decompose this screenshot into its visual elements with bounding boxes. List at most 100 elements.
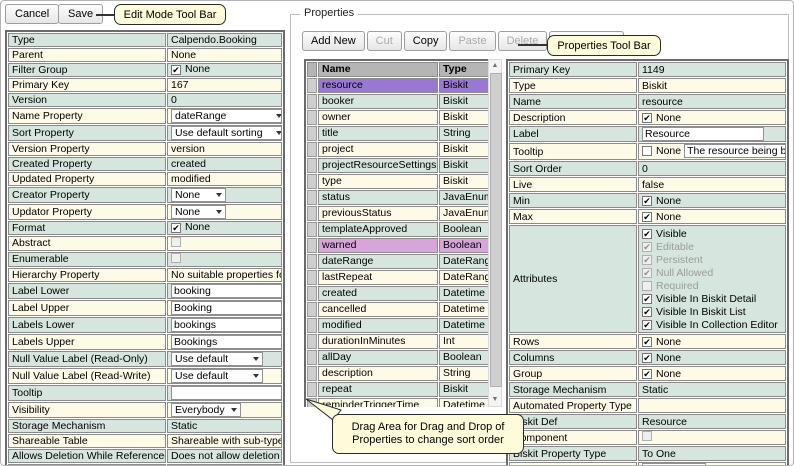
visible-in-biskit-list-checkbox[interactable]: ✔ (642, 307, 652, 317)
property-type-cell[interactable]: String (439, 366, 492, 381)
drag-handle[interactable] (307, 318, 317, 333)
property-list-row-cancelled[interactable]: cancelledDatetime (307, 302, 492, 317)
description-checkbox[interactable]: ✔ (642, 113, 652, 123)
property-name-cell[interactable]: durationInMinutes (318, 334, 438, 349)
property-name-cell[interactable]: cancelled (318, 302, 438, 317)
property-type-cell[interactable]: DateRange (439, 254, 492, 269)
property-list-row-created[interactable]: createdDatetime (307, 286, 492, 301)
property-type-cell[interactable]: Biskit (439, 142, 492, 157)
null-value-label-read-only-select[interactable]: Use default (171, 352, 263, 366)
drag-handle[interactable] (307, 254, 317, 269)
property-type-cell[interactable]: JavaEnum (439, 190, 492, 205)
updator-property-select[interactable]: None (171, 205, 226, 219)
property-type-cell[interactable]: Datetime (439, 398, 492, 407)
creator-property-select[interactable]: None (171, 188, 226, 202)
scrollbar[interactable]: ▲ ▼ (488, 59, 502, 407)
property-list-row-project[interactable]: projectBiskit (307, 142, 492, 157)
property-list-row-title[interactable]: titleString (307, 126, 492, 141)
property-list-row-previousstatus[interactable]: previousStatusJavaEnum (307, 206, 492, 221)
property-name-cell[interactable]: description (318, 366, 438, 381)
property-type-cell[interactable]: Biskit (439, 110, 492, 125)
property-list-row-templateapproved[interactable]: templateApprovedBoolean (307, 222, 492, 237)
property-type-cell[interactable]: Datetime (439, 318, 492, 333)
drag-handle[interactable] (307, 78, 317, 93)
property-name-cell[interactable]: type (318, 174, 438, 189)
drag-handle[interactable] (307, 334, 317, 349)
drag-handle[interactable] (307, 270, 317, 285)
property-type-cell[interactable]: DateRange (439, 270, 492, 285)
property-name-cell[interactable]: resource (318, 78, 438, 93)
property-name-cell[interactable]: dateRange (318, 254, 438, 269)
labels-upper-input[interactable] (171, 335, 282, 349)
property-name-cell[interactable]: templateApproved (318, 222, 438, 237)
property-list-row-warned[interactable]: warnedBoolean (307, 238, 492, 253)
property-name-cell[interactable]: owner (318, 110, 438, 125)
property-list-row-type[interactable]: typeBiskit (307, 174, 492, 189)
add-new-button[interactable]: Add New (302, 31, 365, 51)
property-type-cell[interactable]: JavaEnum (439, 206, 492, 221)
property-name-cell[interactable]: projectResourceSettings (318, 158, 438, 173)
min-checkbox[interactable]: ✔ (642, 196, 652, 206)
copy-button[interactable]: Copy (404, 31, 448, 51)
drag-handle[interactable] (307, 142, 317, 157)
drag-handle[interactable] (307, 158, 317, 173)
property-list-row-repeat[interactable]: repeatBiskit (307, 382, 492, 397)
scrollbar-up-icon[interactable]: ▲ (489, 60, 501, 72)
visible-in-biskit-detail-checkbox[interactable]: ✔ (642, 294, 652, 304)
drag-handle[interactable] (307, 238, 317, 253)
property-type-cell[interactable]: Boolean (439, 238, 492, 253)
property-list-row-booker[interactable]: bookerBiskit (307, 94, 492, 109)
property-name-cell[interactable]: project (318, 142, 438, 157)
property-list-row-status[interactable]: statusJavaEnum (307, 190, 492, 205)
scrollbar-thumb[interactable] (490, 73, 502, 387)
property-list-row-projectresourcesettings[interactable]: projectResourceSettingsBiskit (307, 158, 492, 173)
visibility-select[interactable]: Everybody (171, 403, 241, 417)
property-name-cell[interactable]: repeat (318, 382, 438, 397)
property-type-cell[interactable]: Boolean (439, 222, 492, 237)
property-type-cell[interactable]: Datetime (439, 286, 492, 301)
property-list-row-owner[interactable]: ownerBiskit (307, 110, 492, 125)
sort-property-select[interactable]: Use default sorting (171, 126, 282, 140)
filter-group-checkbox[interactable]: ✔ (171, 65, 181, 75)
cancel-button[interactable]: Cancel (5, 4, 59, 24)
labels-lower-input[interactable] (171, 318, 282, 332)
drag-handle[interactable] (307, 302, 317, 317)
property-type-cell[interactable]: Biskit (439, 158, 492, 173)
drag-handle[interactable] (307, 382, 317, 397)
tooltip-checkbox[interactable] (642, 146, 652, 156)
columns-checkbox[interactable]: ✔ (642, 353, 652, 363)
property-type-cell[interactable]: String (439, 126, 492, 141)
property-type-cell[interactable]: Biskit (439, 382, 492, 397)
property-name-cell[interactable]: warned (318, 238, 438, 253)
tooltip-input[interactable] (684, 144, 786, 158)
drag-handle[interactable] (307, 126, 317, 141)
drag-handle[interactable] (307, 94, 317, 109)
scrollbar-down-icon[interactable]: ▼ (489, 394, 501, 406)
drag-handle[interactable] (307, 190, 317, 205)
drag-handle[interactable] (307, 174, 317, 189)
label-input[interactable] (642, 127, 764, 141)
property-type-cell[interactable]: Biskit (439, 174, 492, 189)
property-type-cell[interactable]: Datetime (439, 302, 492, 317)
tooltip-input[interactable] (171, 386, 282, 400)
visible-checkbox[interactable]: ✔ (642, 229, 652, 239)
property-name-cell[interactable]: allDay (318, 350, 438, 365)
property-name-cell[interactable]: booker (318, 94, 438, 109)
drag-handle[interactable] (307, 286, 317, 301)
property-type-cell[interactable]: Biskit (439, 78, 492, 93)
property-name-cell[interactable]: previousStatus (318, 206, 438, 221)
drag-handle[interactable] (307, 366, 317, 381)
drag-handle[interactable] (307, 206, 317, 221)
property-list-row-daterange[interactable]: dateRangeDateRange (307, 254, 492, 269)
property-name-cell[interactable]: lastRepeat (318, 270, 438, 285)
property-name-cell[interactable]: modified (318, 318, 438, 333)
property-type-cell[interactable]: Biskit (439, 94, 492, 109)
property-list-row-lastrepeat[interactable]: lastRepeatDateRange (307, 270, 492, 285)
property-type-cell[interactable]: Int (439, 334, 492, 349)
rows-checkbox[interactable]: ✔ (642, 337, 652, 347)
null-value-label-read-write-select[interactable]: Use default (171, 369, 263, 383)
group-checkbox[interactable]: ✔ (642, 369, 652, 379)
label-upper-input[interactable] (171, 301, 282, 315)
property-name-cell[interactable]: title (318, 126, 438, 141)
max-checkbox[interactable]: ✔ (642, 212, 652, 222)
